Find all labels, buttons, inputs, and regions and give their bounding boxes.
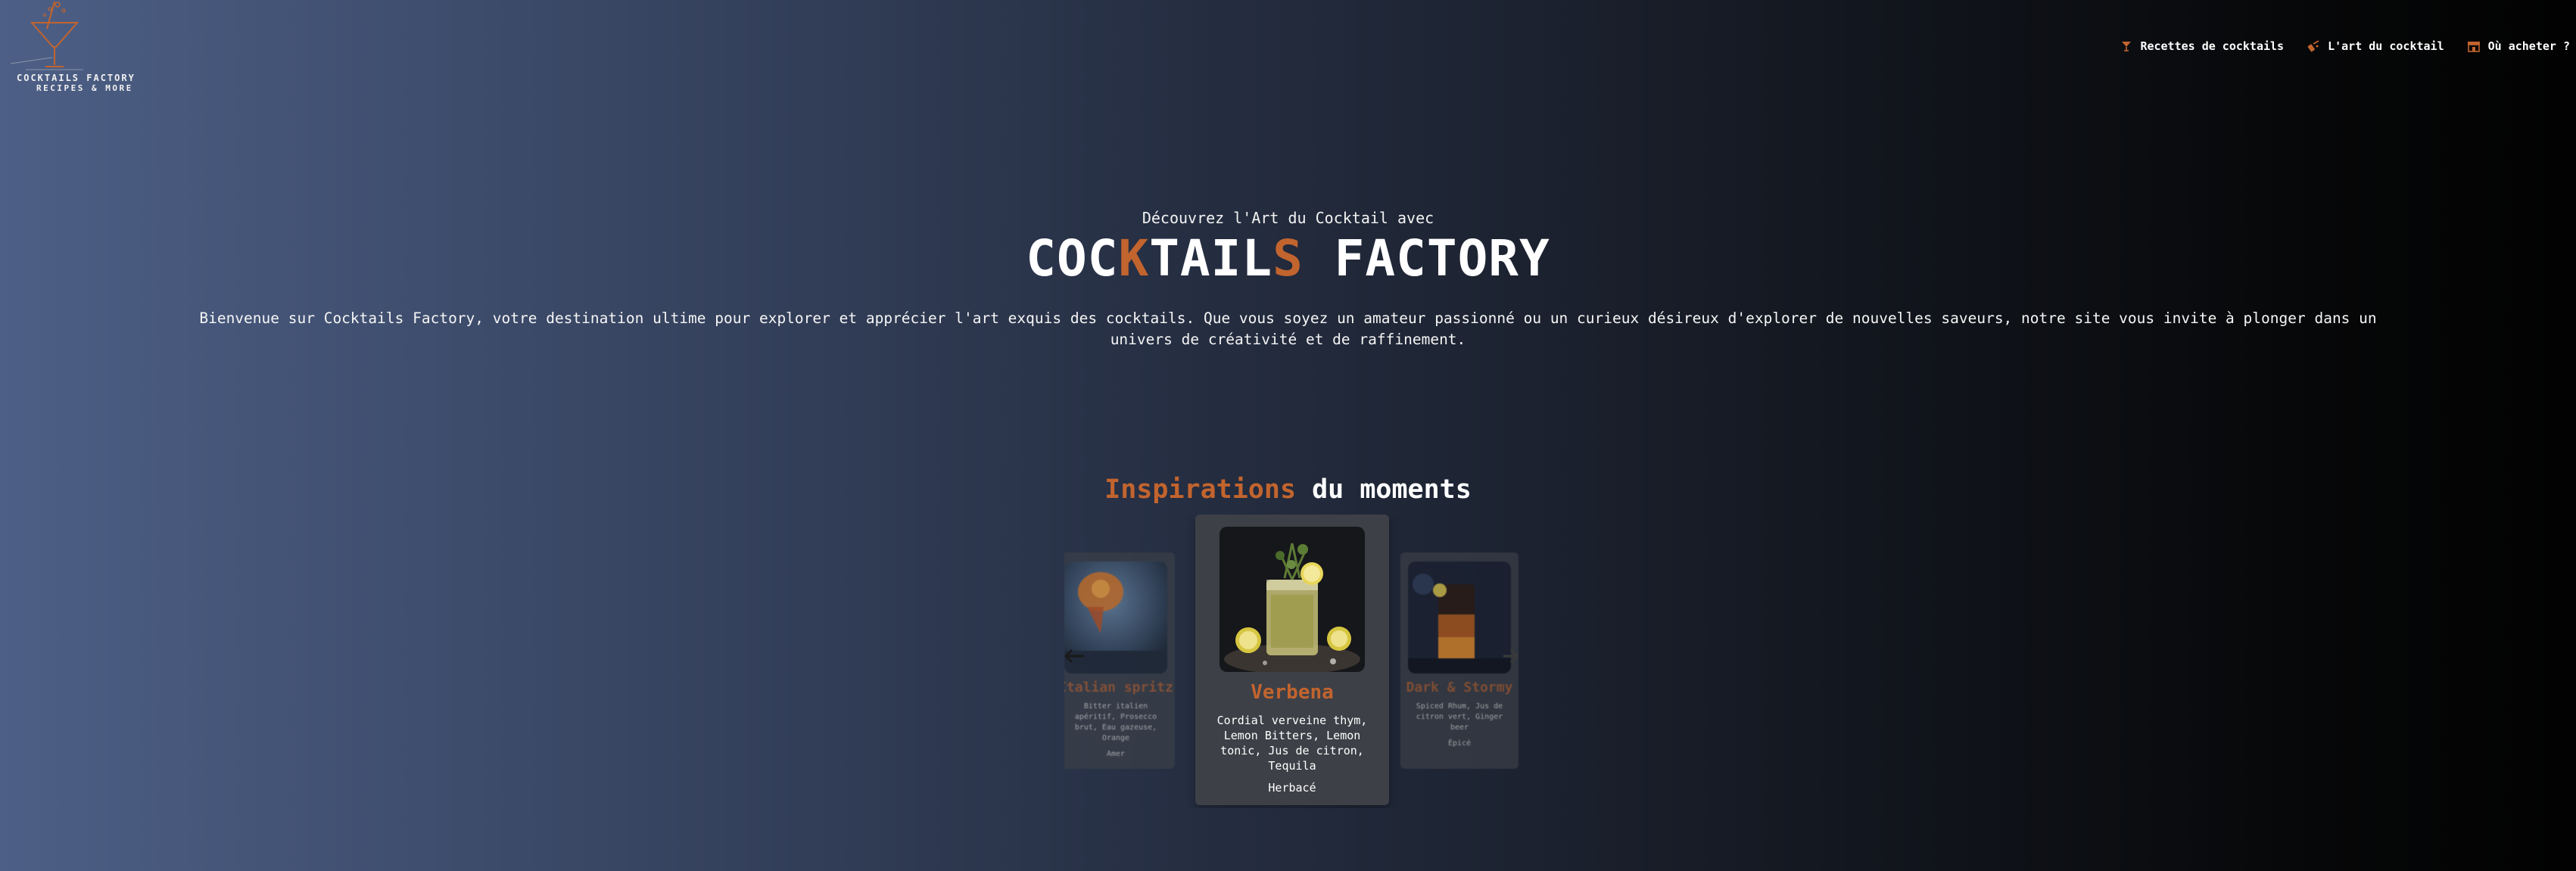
hero-title-part: TAIL xyxy=(1149,229,1273,288)
hero-description: Bienvenue sur Cocktails Factory, votre d… xyxy=(199,310,2377,349)
hero-title-accent: K xyxy=(1118,229,1150,288)
cocktail-card-verbena[interactable]: Verbena Cordial verveine thym, Lemon Bit… xyxy=(1195,515,1389,805)
cocktail-icon xyxy=(2122,42,2132,51)
hero-title-accent: S xyxy=(1272,229,1304,288)
nav-link-label: Recettes de cocktails xyxy=(2140,39,2285,53)
cocktail-name: Verbena xyxy=(1251,681,1334,704)
inspirations-title: Inspirations du moments xyxy=(0,474,2576,505)
cocktail-flavor-tag: Herbacé xyxy=(1268,781,1316,795)
logo-tagline: RECIPES & MORE xyxy=(36,83,133,93)
logo-title: COCKTAILS FACTORY xyxy=(17,73,135,83)
shaker-icon xyxy=(2307,40,2319,52)
hero-title: COCKTAILS FACTORY xyxy=(0,229,2576,288)
arrow-left-icon xyxy=(1064,649,1084,664)
cocktail-flavor-tag: Amer xyxy=(1106,750,1126,758)
nav-link-label: L'art du cocktail xyxy=(2328,39,2444,53)
hero-section: Découvrez l'Art du Cocktail avec COCKTAI… xyxy=(0,209,2576,350)
cocktail-ingredients: Spiced Rhum, Jus de citron vert, Ginger … xyxy=(1416,702,1503,732)
shop-icon xyxy=(2467,42,2480,52)
cocktail-name: Dark & Stormy xyxy=(1406,680,1513,695)
hero-title-part: FACTORY xyxy=(1303,229,1550,288)
site-logo[interactable]: COCKTAILS FACTORY RECIPES & MORE xyxy=(11,0,139,95)
nav-link-recettes[interactable]: Recettes de cocktails xyxy=(2120,39,2284,53)
cocktail-flavor-tag: Épicé xyxy=(1447,739,1472,748)
hero-title-part: COC xyxy=(1026,229,1119,288)
arrow-right-icon xyxy=(1503,649,1519,664)
cocktail-glass-logo-icon xyxy=(11,1,83,70)
carousel-prev-button[interactable] xyxy=(1064,643,1086,670)
cocktail-image xyxy=(1219,527,1365,672)
cocktail-ingredients: Cordial verveine thym, Lemon Bitters, Le… xyxy=(1216,714,1368,773)
cocktail-name: Italian spritz xyxy=(1064,680,1173,695)
carousel-next-button[interactable] xyxy=(1503,643,1519,670)
nav-link-art[interactable]: L'art du cocktail xyxy=(2307,39,2444,53)
cocktail-image xyxy=(1408,561,1511,673)
main-nav: Recettes de cocktails L'art du cocktail … xyxy=(2120,39,2570,53)
cocktail-ingredients: Bitter italien apéritif, Prosecco brut, … xyxy=(1074,702,1157,742)
hero-subtitle: Découvrez l'Art du Cocktail avec xyxy=(1142,209,1434,227)
inspirations-title-accent: Inspirations xyxy=(1104,474,1297,505)
cocktail-card-dark-stormy[interactable]: Dark & Stormy Spiced Rhum, Jus de citron… xyxy=(1400,552,1519,769)
cocktail-carousel[interactable]: Italian spritz Bitter italien apéritif, … xyxy=(1064,515,1520,808)
nav-link-acheter[interactable]: Où acheter ? xyxy=(2467,39,2570,53)
nav-link-label: Où acheter ? xyxy=(2487,39,2570,53)
inspirations-title-rest: du moments xyxy=(1296,474,1472,505)
